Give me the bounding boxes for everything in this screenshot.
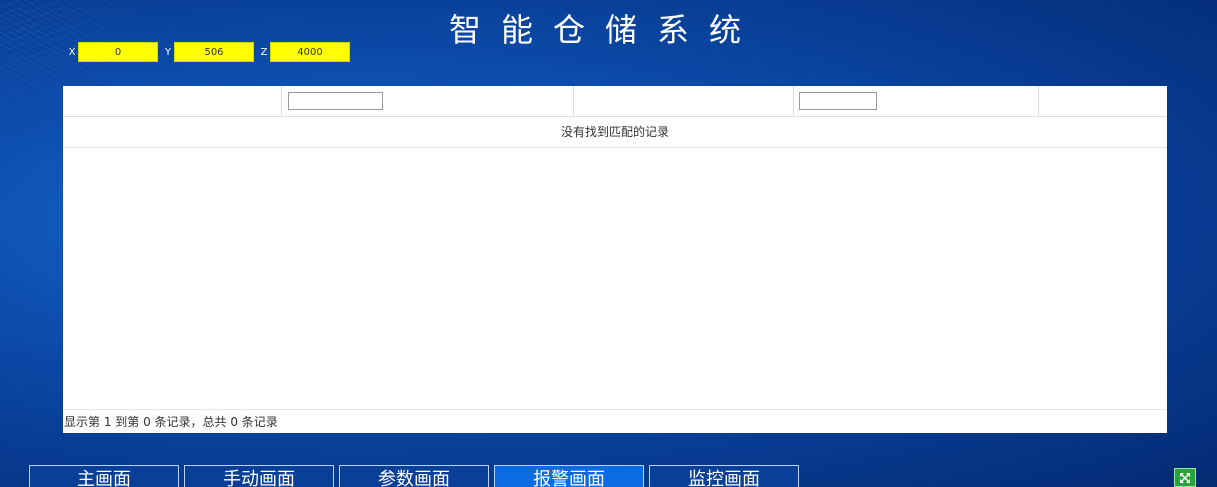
x-value: 0	[78, 42, 158, 62]
filter-cell-2	[282, 86, 574, 117]
filter-input-1[interactable]	[288, 92, 383, 110]
filter-cell-4	[794, 86, 1039, 117]
pagination-info: 显示第 1 到第 0 条记录，总共 0 条记录	[63, 409, 1167, 433]
z-value: 4000	[270, 42, 350, 62]
filter-cell-5	[1039, 86, 1167, 117]
nav-manual[interactable]: 手动画面	[184, 465, 334, 487]
filter-input-2[interactable]	[799, 92, 877, 110]
nav-main[interactable]: 主画面	[29, 465, 179, 487]
coordinate-display: X 0 Y 506 Z 4000	[66, 42, 354, 62]
nav-parameters[interactable]: 参数画面	[339, 465, 489, 487]
x-label: X	[68, 46, 76, 58]
empty-message: 没有找到匹配的记录	[63, 117, 1167, 148]
filter-cell-3	[574, 86, 794, 117]
y-label: Y	[164, 46, 172, 58]
z-label: Z	[260, 46, 268, 58]
nav-alarm[interactable]: 报警画面	[494, 465, 644, 487]
records-table: 没有找到匹配的记录 显示第 1 到第 0 条记录，总共 0 条记录	[63, 86, 1167, 433]
fullscreen-button[interactable]	[1174, 468, 1196, 487]
table-filter-row	[63, 86, 1167, 117]
expand-icon	[1180, 472, 1190, 483]
filter-cell-1	[63, 86, 282, 117]
page-title: 智能仓储系统	[448, 11, 761, 49]
y-value: 506	[174, 42, 254, 62]
bottom-nav: 主画面 手动画面 参数画面 报警画面 监控画面	[29, 465, 804, 487]
nav-monitor[interactable]: 监控画面	[649, 465, 799, 487]
